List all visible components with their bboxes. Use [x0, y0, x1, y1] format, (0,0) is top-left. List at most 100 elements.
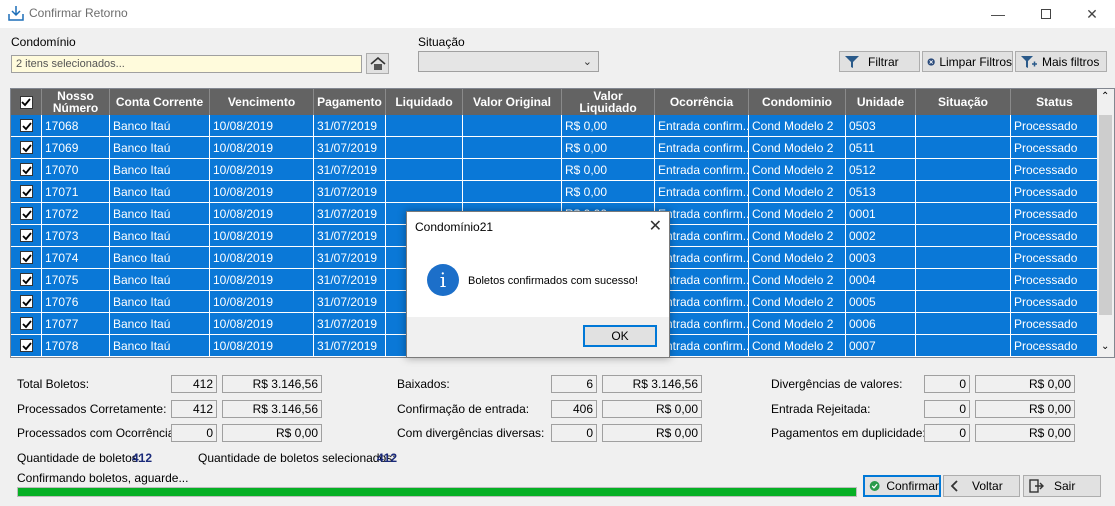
cell-condominio: Cond Modelo 2 [749, 225, 846, 247]
row-checkbox[interactable] [20, 295, 33, 308]
cell-situacao [916, 181, 1011, 203]
cell-condominio: Cond Modelo 2 [749, 247, 846, 269]
table-row[interactable]: 17071 Banco Itaú 10/08/2019 31/07/2019 R$ 0,… [11, 181, 1099, 203]
cell-nosso-numero: 17069 [42, 137, 110, 159]
column-header-nosso-numero[interactable]: Nosso Número [42, 89, 110, 115]
row-select-cell[interactable] [11, 335, 42, 357]
mais-filtros-button[interactable]: Mais filtros [1015, 51, 1107, 72]
scroll-up-icon[interactable]: ⌃ [1101, 91, 1109, 102]
column-header-conta-corrente[interactable]: Conta Corrente [110, 89, 210, 115]
cell-conta-corrente: Banco Itaú [110, 313, 210, 335]
cell-condominio: Cond Modelo 2 [749, 137, 846, 159]
close-button[interactable]: ✕ [1069, 0, 1115, 28]
grid-header: Nosso Número Conta Corrente Vencimento Paga… [11, 89, 1099, 115]
message-dialog: Condomínio21 ✕ i Boletos confirmados com… [406, 211, 670, 358]
sair-button[interactable]: Sair [1023, 475, 1101, 497]
cell-status: Processado [1011, 335, 1099, 357]
cell-nosso-numero: 17076 [42, 291, 110, 313]
duplicidade-label: Pagamentos em duplicidade: [771, 426, 926, 440]
table-row[interactable]: 17070 Banco Itaú 10/08/2019 31/07/2019 R$ 0,… [11, 159, 1099, 181]
select-all-checkbox[interactable] [19, 95, 33, 109]
row-checkbox[interactable] [20, 141, 33, 154]
cell-situacao [916, 225, 1011, 247]
row-select-cell[interactable] [11, 181, 42, 203]
cell-pagamento: 31/07/2019 [314, 269, 386, 291]
row-select-cell[interactable] [11, 313, 42, 335]
cell-valor-liquidado: R$ 0,00 [562, 159, 655, 181]
cell-ocorrencia: Entrada confirm... [655, 115, 749, 137]
column-header-valor-liquidado[interactable]: Valor Liquidado [562, 89, 655, 115]
cell-valor-original [463, 159, 562, 181]
cell-ocorrencia: Entrada confirm... [655, 181, 749, 203]
row-select-cell[interactable] [11, 203, 42, 225]
row-checkbox[interactable] [20, 163, 33, 176]
house-icon [369, 56, 386, 70]
select-all-header[interactable] [11, 89, 42, 115]
column-header-unidade[interactable]: Unidade [846, 89, 916, 115]
row-select-cell[interactable] [11, 247, 42, 269]
progress-bar [17, 487, 857, 497]
dialog-footer: OK [407, 317, 669, 357]
row-checkbox[interactable] [20, 185, 33, 198]
minimize-button[interactable]: — [975, 0, 1021, 28]
column-header-ocorrencia[interactable]: Ocorrência [655, 89, 749, 115]
cell-ocorrencia: Entrada confirm... [655, 159, 749, 181]
maximize-button[interactable] [1023, 0, 1069, 28]
column-header-situacao[interactable]: Situação [916, 89, 1011, 115]
situacao-select[interactable]: ⌄ [418, 51, 599, 72]
cell-situacao [916, 159, 1011, 181]
column-header-valor-original[interactable]: Valor Original [463, 89, 562, 115]
cell-valor-original [463, 181, 562, 203]
cell-vencimento: 10/08/2019 [210, 291, 314, 313]
voltar-button[interactable]: Voltar [943, 475, 1020, 497]
cell-status: Processado [1011, 115, 1099, 137]
row-checkbox[interactable] [20, 317, 33, 330]
cell-unidade: 0512 [846, 159, 916, 181]
dialog-close-icon[interactable]: ✕ [649, 216, 662, 236]
column-header-liquidado[interactable]: Liquidado [386, 89, 463, 115]
row-select-cell[interactable] [11, 159, 42, 181]
cell-condominio: Cond Modelo 2 [749, 159, 846, 181]
limpar-filtros-button[interactable]: Limpar Filtros [922, 51, 1013, 72]
row-checkbox[interactable] [20, 273, 33, 286]
cell-conta-corrente: Banco Itaú [110, 159, 210, 181]
check-circle-icon [869, 481, 880, 491]
scrollbar-thumb[interactable] [1099, 115, 1112, 315]
row-checkbox[interactable] [20, 251, 33, 264]
condominio-input[interactable]: 2 itens selecionados... [11, 55, 362, 73]
cell-pagamento: 31/07/2019 [314, 203, 386, 225]
table-row[interactable]: 17069 Banco Itaú 10/08/2019 31/07/2019 R$ 0,… [11, 137, 1099, 159]
cell-situacao [916, 335, 1011, 357]
column-header-condominio[interactable]: Condominio [749, 89, 846, 115]
cell-liquidado [386, 115, 463, 137]
row-checkbox[interactable] [20, 339, 33, 352]
baixados-value: R$ 3.146,56 [602, 375, 702, 393]
cell-situacao [916, 115, 1011, 137]
row-select-cell[interactable] [11, 269, 42, 291]
confirmar-button[interactable]: Confirmar [863, 475, 941, 497]
cell-nosso-numero: 17071 [42, 181, 110, 203]
check-icon [21, 98, 31, 107]
cell-vencimento: 10/08/2019 [210, 115, 314, 137]
row-select-cell[interactable] [11, 115, 42, 137]
row-select-cell[interactable] [11, 137, 42, 159]
divergencias-valores-qty: 0 [924, 375, 970, 393]
column-header-vencimento[interactable]: Vencimento [210, 89, 314, 115]
condominio-lookup-button[interactable] [366, 53, 389, 74]
column-header-pagamento[interactable]: Pagamento [314, 89, 386, 115]
scroll-down-icon[interactable]: ⌄ [1101, 341, 1109, 352]
row-checkbox[interactable] [20, 207, 33, 220]
row-select-cell[interactable] [11, 291, 42, 313]
filtrar-button[interactable]: Filtrar [839, 51, 920, 72]
row-select-cell[interactable] [11, 225, 42, 247]
row-checkbox[interactable] [20, 119, 33, 132]
filter-icon [845, 55, 859, 68]
info-icon: i [427, 264, 459, 296]
grid-scrollbar[interactable]: ⌃ ⌄ [1097, 89, 1114, 357]
column-header-status[interactable]: Status [1011, 89, 1099, 115]
cell-situacao [916, 313, 1011, 335]
row-checkbox[interactable] [20, 229, 33, 242]
table-row[interactable]: 17068 Banco Itaú 10/08/2019 31/07/2019 R$ 0,… [11, 115, 1099, 137]
ok-button[interactable]: OK [583, 325, 657, 347]
condominio-label: Condomínio [11, 35, 76, 49]
